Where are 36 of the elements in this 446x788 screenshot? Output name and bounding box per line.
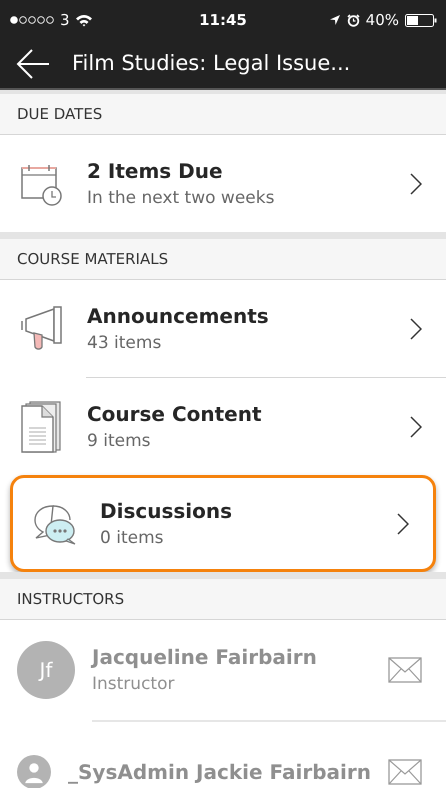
list-item[interactable]: Discussions 0 items <box>10 475 436 572</box>
section-header: COURSE MATERIALS <box>17 248 168 270</box>
location-arrow-icon <box>328 14 341 26</box>
chevron-right-icon <box>410 416 422 438</box>
clock-time: 11:45 <box>199 10 247 31</box>
email-button[interactable] <box>388 759 422 785</box>
battery-percent: 40% <box>366 10 399 31</box>
item-subtitle: 0 items <box>100 526 164 550</box>
chevron-right-icon <box>410 318 422 340</box>
signal-icon <box>9 15 55 25</box>
chevron-right-icon <box>397 512 409 534</box>
item-title: Discussions <box>100 498 234 525</box>
section-header: DUE DATES <box>17 104 102 125</box>
chevron-right-icon <box>410 172 422 194</box>
section-header: INSTRUCTORS <box>17 588 124 610</box>
item-subtitle: 43 items <box>87 332 162 355</box>
item-title: 2 Items Due <box>87 158 224 185</box>
avatar: Jf <box>17 641 75 699</box>
item-subtitle: 9 items <box>87 430 152 453</box>
wifi-icon <box>74 14 93 26</box>
carrier-name: 3 <box>60 10 70 31</box>
alarm-clock-icon <box>346 14 360 26</box>
instructor-role: Instructor <box>92 673 176 696</box>
megaphone-icon <box>20 304 64 352</box>
page-title: Film Studies: Legal Issue... <box>72 50 350 78</box>
item-title: Course Content <box>87 400 263 428</box>
instructor-name: Jacqueline Fairbairn <box>92 644 318 672</box>
item-title: Announcements <box>87 302 270 330</box>
back-button[interactable] <box>16 47 50 81</box>
back-arrow-icon <box>16 48 50 80</box>
envelope-icon <box>388 759 422 785</box>
battery-icon <box>405 14 437 26</box>
instructor-name: _SysAdmin Jackie Fairbairn <box>68 759 371 786</box>
email-button[interactable] <box>388 657 422 683</box>
item-subtitle: In the next two weeks <box>87 186 276 210</box>
envelope-icon <box>388 657 422 683</box>
